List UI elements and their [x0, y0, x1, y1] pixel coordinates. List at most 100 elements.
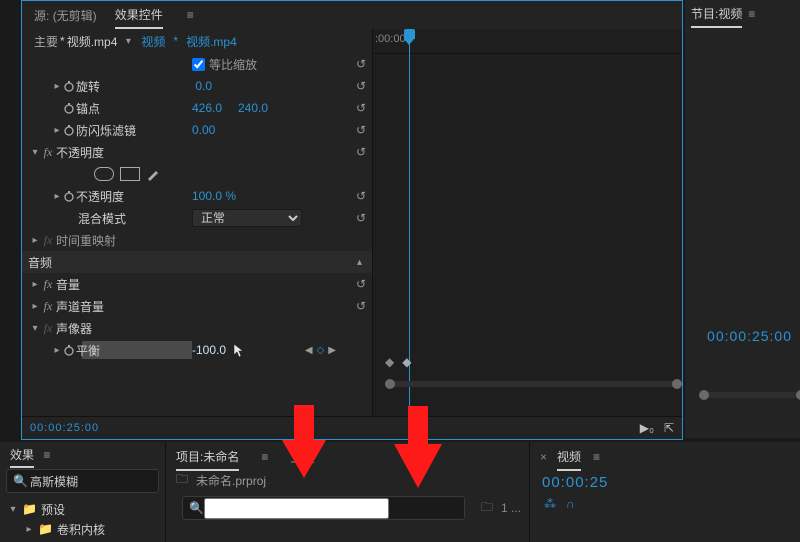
- chevron-right-icon[interactable]: ▸: [52, 191, 62, 202]
- program-tab[interactable]: 节目:视频: [691, 1, 742, 28]
- add-keyframe-icon[interactable]: ◇: [317, 345, 325, 356]
- program-monitor-panel: 节目:视频 ≡ 00:00:25:00: [685, 0, 800, 438]
- reset-icon[interactable]: ↺: [356, 57, 366, 71]
- balance-value[interactable]: -100.0: [192, 343, 226, 357]
- timeline-zoom-bar[interactable]: [385, 381, 682, 387]
- program-timecode[interactable]: 00:00:25:00: [685, 328, 800, 344]
- chevron-right-icon[interactable]: ▸: [30, 235, 40, 246]
- hamburger-icon[interactable]: ≡: [187, 8, 194, 22]
- scale-lock-checkbox[interactable]: [192, 58, 205, 71]
- playhead[interactable]: [409, 29, 410, 439]
- source-tab-prefix: 源:: [34, 9, 49, 23]
- stopwatch-icon[interactable]: [62, 80, 76, 92]
- prev-keyframe-icon[interactable]: ◀: [305, 345, 313, 356]
- project-filename: 未命名.prproj: [196, 472, 266, 489]
- timeline-tab[interactable]: 视频: [557, 444, 581, 471]
- opacity-value[interactable]: 100.0 %: [192, 189, 236, 203]
- flicker-value[interactable]: 0.00: [192, 123, 215, 137]
- reset-icon[interactable]: ↺: [356, 123, 366, 137]
- reset-icon[interactable]: ↺: [356, 101, 366, 115]
- bin-icon: 🗀: [176, 470, 188, 491]
- effects-tab[interactable]: 效果: [10, 444, 34, 468]
- effects-search-box[interactable]: 🔍 ×: [6, 469, 159, 493]
- anchor-x[interactable]: 426.0: [192, 101, 222, 115]
- folder-icon[interactable]: 🗀: [481, 498, 493, 519]
- snap-icon[interactable]: ⁂: [544, 497, 556, 511]
- project-tab[interactable]: 项目:未命名: [176, 444, 239, 471]
- project-search-box[interactable]: 🔍: [182, 496, 465, 520]
- project-search-input[interactable]: [204, 498, 389, 519]
- ellipse-mask-button[interactable]: [94, 167, 114, 181]
- chevron-right-icon[interactable]: ▸: [30, 301, 40, 312]
- timeline-timecode[interactable]: 00:00:25: [530, 474, 800, 491]
- chevron-down-icon[interactable]: ▾: [30, 147, 40, 158]
- tree-node-presets[interactable]: ▾📁预设: [8, 499, 165, 519]
- hamburger-icon[interactable]: ≡: [593, 450, 600, 464]
- blend-mode-select[interactable]: 正常: [192, 209, 302, 227]
- panner-row[interactable]: ▾ fx 声像器: [22, 317, 372, 339]
- reset-icon[interactable]: ↺: [356, 211, 366, 225]
- fx-icon: fx: [40, 321, 56, 336]
- reset-icon[interactable]: ↺: [356, 189, 366, 203]
- balance-label: 平衡: [76, 342, 100, 359]
- chevron-right-icon[interactable]: ▸: [52, 81, 62, 92]
- audio-section-label: 音频: [28, 254, 52, 271]
- reset-icon[interactable]: ↺: [356, 145, 366, 159]
- chevron-right-icon[interactable]: ▸: [30, 279, 40, 290]
- close-icon[interactable]: ×: [540, 450, 547, 464]
- mask-shapes-row: [22, 163, 372, 185]
- fx-icon[interactable]: fx: [40, 277, 56, 292]
- timeline-ruler[interactable]: :00:00: [373, 29, 682, 54]
- primary-file[interactable]: 视频.mp4: [67, 33, 118, 50]
- volume-row[interactable]: ▸ fx 音量 ↺: [22, 273, 372, 295]
- export-icon[interactable]: ⇱: [664, 421, 674, 435]
- hamburger-icon[interactable]: ≡: [43, 448, 50, 462]
- magnet-icon[interactable]: ∩: [566, 497, 575, 511]
- reset-icon[interactable]: ↺: [356, 79, 366, 93]
- hamburger-icon[interactable]: ≡: [748, 7, 755, 21]
- stopwatch-icon[interactable]: [62, 124, 76, 136]
- search-icon: 🔍: [189, 501, 204, 515]
- tree-node-kernel[interactable]: ▸📁卷积内核: [8, 519, 165, 539]
- fx-icon[interactable]: fx: [40, 299, 56, 314]
- keyframe-diamond-icon[interactable]: ◆: [385, 355, 394, 369]
- effects-panel: 效果 ≡ 🔍 × ▾📁预设 ▸📁卷积内核: [0, 442, 166, 542]
- next-keyframe-icon[interactable]: ▶: [328, 345, 336, 356]
- rect-mask-button[interactable]: [120, 167, 140, 181]
- channel-volume-row[interactable]: ▸ fx 声道音量 ↺: [22, 295, 372, 317]
- fx-icon[interactable]: fx: [40, 145, 56, 160]
- pen-mask-button[interactable]: [146, 167, 164, 179]
- chevron-down-icon[interactable]: ▾: [30, 323, 40, 334]
- time-remap-label: 时间重映射: [56, 232, 116, 249]
- effect-controls-tab[interactable]: 效果控件: [115, 2, 163, 29]
- chevron-right-icon[interactable]: ▸: [52, 345, 62, 356]
- panel-footer: 00:00:25:00 ▶₀ ⇱: [22, 416, 682, 439]
- anchor-row: 锚点 426.0 240.0 ↺: [22, 97, 372, 119]
- stopwatch-icon[interactable]: [62, 102, 76, 114]
- audio-section-header[interactable]: 音频 ▴: [22, 251, 372, 273]
- stopwatch-icon[interactable]: [62, 344, 76, 356]
- keyframe-timeline[interactable]: :00:00 ◆ ◆: [372, 29, 682, 439]
- effects-search-input[interactable]: [28, 473, 187, 489]
- tools-tab[interactable]: 工具: [290, 445, 314, 470]
- stopwatch-icon[interactable]: [62, 190, 76, 202]
- reset-icon[interactable]: ↺: [356, 277, 366, 291]
- hamburger-icon[interactable]: ≡: [261, 450, 268, 464]
- time-remap-row[interactable]: ▸ fx 时间重映射: [22, 229, 372, 251]
- primary-label: 主要: [34, 33, 58, 50]
- reset-icon[interactable]: ↺: [356, 299, 366, 313]
- play-only-icon[interactable]: ▶₀: [640, 421, 654, 435]
- source-tab[interactable]: 源: (无剪辑): [34, 3, 97, 28]
- keyframe-diamond-icon[interactable]: ◆: [402, 355, 411, 369]
- project-item-count: 1 ...: [501, 501, 521, 515]
- opacity-section-row[interactable]: ▾ fx 不透明度 ↺: [22, 141, 372, 163]
- nested-label[interactable]: 视频: [141, 33, 165, 50]
- rotation-value[interactable]: 0.0: [195, 79, 212, 93]
- footer-timecode[interactable]: 00:00:25:00: [30, 422, 99, 434]
- anchor-y[interactable]: 240.0: [238, 101, 268, 115]
- chevron-down-icon[interactable]: ▾: [123, 36, 133, 47]
- nested-file[interactable]: 视频.mp4: [186, 33, 237, 50]
- collapse-icon[interactable]: ▴: [357, 257, 362, 268]
- chevron-right-icon[interactable]: ▸: [52, 125, 62, 136]
- opacity-section-label: 不透明度: [56, 144, 104, 161]
